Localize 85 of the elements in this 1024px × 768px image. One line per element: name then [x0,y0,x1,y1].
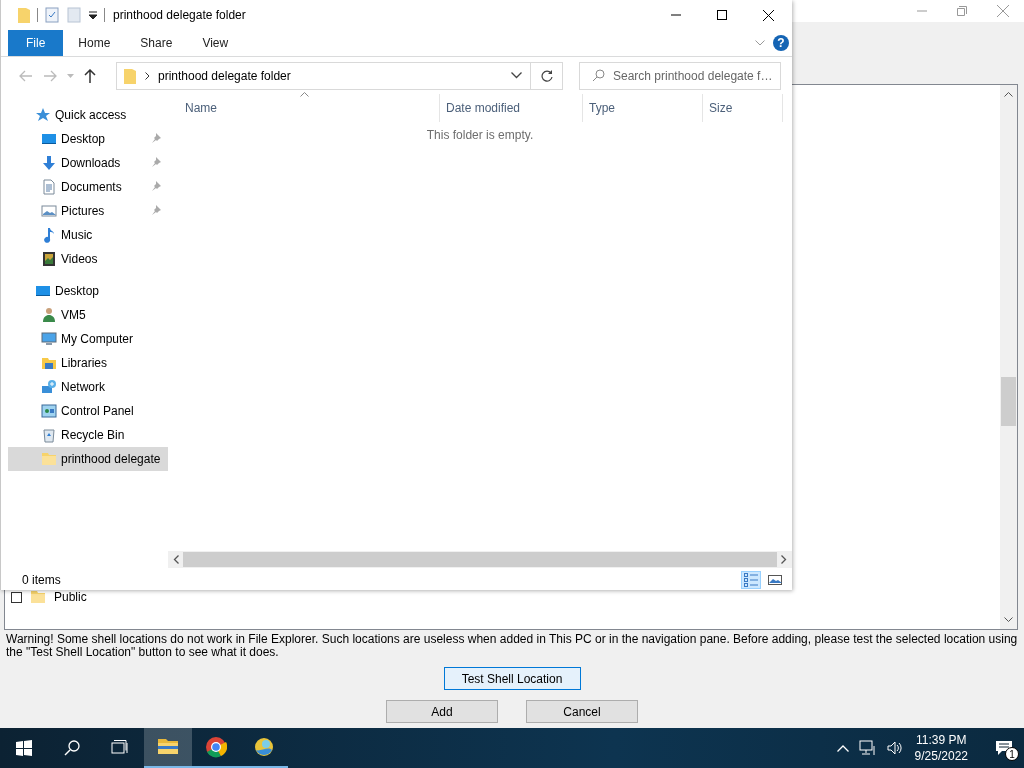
film-icon [41,251,57,267]
monitor-icon [35,283,51,299]
folder-icon [123,66,137,85]
column-header[interactable]: Type [583,94,703,122]
chrome-icon [205,736,227,758]
scroll-left-icon[interactable] [173,555,179,564]
nav-item[interactable]: Control Panel [1,399,168,423]
large-icons-view-icon [768,573,782,587]
recycle-bin-icon [41,427,57,443]
nav-item[interactable]: Desktop [1,127,168,151]
music-note-icon [41,227,57,243]
window-title: printhood delegate folder [113,8,246,22]
person-icon [41,307,57,323]
clock-date[interactable]: 9/25/2022 [914,748,968,764]
search-icon [592,69,605,82]
close-icon[interactable] [997,5,1009,17]
search-icon[interactable] [64,740,80,756]
scrollbar-thumb[interactable] [1001,377,1016,426]
library-icon [41,355,57,371]
nav-item[interactable]: Pictures [1,199,168,223]
column-header[interactable]: Date modified [440,94,583,122]
dialog-button[interactable]: Cancel [526,700,638,723]
nav-item[interactable]: Documents [1,175,168,199]
scroll-right-icon[interactable] [781,555,787,564]
task-view-icon[interactable] [111,740,129,756]
refresh-icon [540,69,553,82]
nav-item[interactable]: Quick access [1,103,168,127]
nav-item[interactable]: Recycle Bin [1,423,168,447]
ribbon-tab[interactable]: View [187,30,244,56]
app-icon [253,736,275,758]
document-icon [41,179,57,195]
column-header[interactable]: Size [703,94,783,122]
breadcrumb-item[interactable]: printhood delegate folder [158,68,291,83]
notification-badge: 1 [1005,747,1019,761]
sort-caret-icon [299,92,309,97]
refresh-button[interactable] [531,61,563,90]
empty-folder-message: This folder is empty. [426,128,534,142]
warning-text: Warning! Some shell locations do not work in File Explorer. Such locations are useless when added in This PC or in the navigation pane. Before adding, please test the selected location using the "Test Shell Location" button to see what it does. [6,632,1018,659]
nav-item[interactable]: Network [1,375,168,399]
nav-item[interactable]: Music [1,223,168,247]
restore-icon[interactable] [957,6,967,16]
help-button[interactable]: ? [773,35,789,51]
column-header[interactable]: Name [168,94,440,122]
view-button[interactable] [741,571,761,589]
star-icon [35,107,51,123]
folder-icon [41,451,57,467]
checkbox[interactable] [11,591,22,603]
scroll-up-icon[interactable] [1004,91,1013,97]
chevron-down-icon[interactable] [511,72,522,79]
clock-time[interactable]: 11:39 PM [916,732,967,748]
control-panel-icon [41,403,57,419]
dropdown-icon[interactable] [88,10,98,20]
scrollbar-thumb[interactable] [183,552,777,567]
network-icon[interactable] [858,740,877,756]
dialog-button[interactable]: Test Shell Location [443,667,581,690]
speaker-icon[interactable] [886,741,903,755]
scroll-down-icon[interactable] [1004,617,1013,623]
nav-item[interactable]: Videos [1,247,168,271]
item-count: 0 items [22,573,61,587]
folder-icon [30,589,46,605]
ribbon-tab[interactable]: Home [63,30,126,56]
up-arrow-icon[interactable] [84,68,96,83]
nav-item[interactable]: printhood delegate [8,447,168,471]
ribbon-tab[interactable]: Share [125,30,188,56]
nav-item[interactable]: VM5 [1,303,168,327]
properties-icon[interactable] [44,7,60,23]
monitor-icon [41,131,57,147]
windows-logo-icon[interactable] [16,740,32,756]
chevron-up-icon[interactable] [836,744,849,752]
download-icon [41,155,57,171]
dialog-button[interactable]: Add [386,700,498,723]
network-icon [41,379,57,395]
picture-icon [41,203,57,219]
address-bar[interactable]: printhood delegate folder [116,61,531,90]
chevron-right-icon [145,71,150,80]
ribbon-tab[interactable]: File [8,30,64,56]
nav-item[interactable]: Downloads [1,151,168,175]
details-view-icon [744,573,758,587]
nav-item[interactable]: Libraries [1,351,168,375]
nav-item[interactable]: My Computer [1,327,168,351]
taskbar-app[interactable] [144,728,192,768]
list-item-label[interactable]: Public [54,590,87,604]
nav-item[interactable]: Desktop [1,279,168,303]
search-field[interactable]: Search printhood delegate f… [579,61,781,90]
computer-icon [41,331,57,347]
